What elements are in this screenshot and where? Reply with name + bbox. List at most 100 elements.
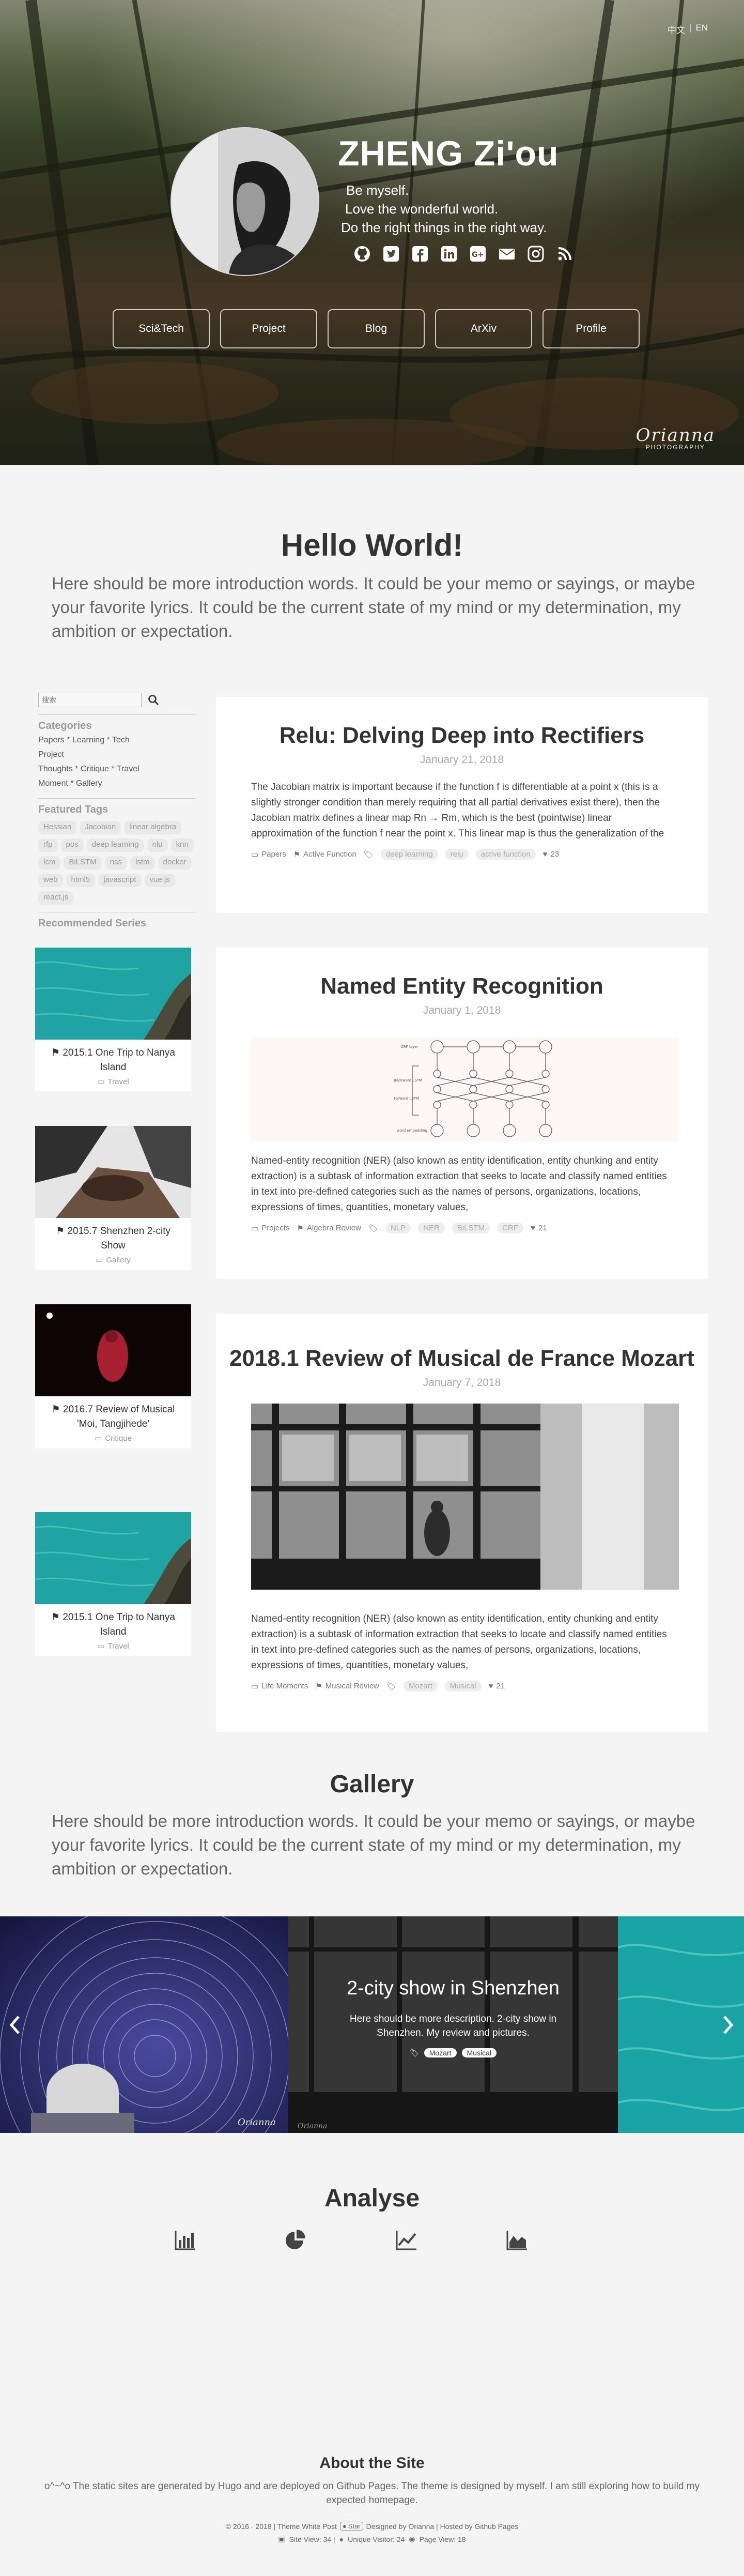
email-icon[interactable] [498, 245, 516, 263]
slide-tag[interactable]: Musical [461, 2048, 497, 2057]
twitter-icon[interactable] [382, 245, 400, 263]
hosting-text: Designed by Orianna | Hosted by Github P… [366, 2522, 519, 2531]
heart-icon[interactable]: ♥ [531, 1224, 535, 1232]
post-series[interactable]: Active Function [303, 850, 357, 859]
tag[interactable]: web [38, 874, 63, 887]
recommended-card[interactable]: ⚑ 2016.7 Review of Musical 'Moi, Tangjih… [35, 1304, 191, 1448]
post-date: January 1, 2018 [423, 1004, 501, 1016]
google-plus-icon[interactable]: G+ [469, 245, 487, 263]
post-series[interactable]: Algebra Review [307, 1224, 361, 1232]
slide-title[interactable]: 2-city show in Shenzhen [288, 1977, 618, 2000]
flag-icon: ⚑ [51, 1612, 63, 1623]
nav-scitech-button[interactable]: Sci&Tech [113, 309, 210, 348]
post-card[interactable]: Named Entity Recognition January 1, 2018… [216, 948, 708, 1279]
nav-project-button[interactable]: Project [220, 309, 317, 348]
recommended-card[interactable]: ⚑ 2015.1 One Trip to Nanya Island ▭ Trave… [35, 948, 191, 1091]
tag[interactable]: pos [60, 839, 84, 852]
carousel-next-button[interactable] [721, 2015, 735, 2038]
post-title[interactable]: 2018.1 Review of Musical de France Mozar… [216, 1314, 708, 1371]
post-tag[interactable]: BiLSTM [452, 1223, 490, 1233]
github-star-button[interactable]: ● Star [339, 2522, 363, 2531]
search-input[interactable] [38, 693, 142, 707]
tag[interactable]: knn [171, 839, 194, 852]
recommended-card[interactable]: ⚑ 2015.1 One Trip to Nanya Island ▭ Trave… [35, 1512, 191, 1656]
post-tag[interactable]: NLP [385, 1223, 411, 1233]
tag-icon: 🏷 [386, 1682, 396, 1691]
nav-profile-button[interactable]: Profile [542, 309, 640, 348]
linkedin-icon[interactable] [440, 245, 458, 263]
post-tag[interactable]: Mozart [403, 1681, 438, 1691]
pie-chart-icon[interactable] [284, 2229, 307, 2251]
categories-heading: Categories [38, 720, 92, 731]
folder-icon: ▭ [96, 1256, 103, 1264]
tag[interactable]: lcm [38, 856, 61, 870]
tag-icon: 🏷 [368, 1224, 378, 1233]
post-category[interactable]: Papers [261, 850, 286, 859]
slide-watermark: Orianna [238, 2117, 276, 2128]
post-title[interactable]: Relu: Delving Deep into Rectifiers [216, 697, 708, 749]
slide-description: Here should be more description. 2-city … [349, 2014, 557, 2038]
lang-separator: | [689, 23, 692, 33]
recommended-category: ▭ Critique [95, 1434, 132, 1443]
tag[interactable]: rfp [38, 839, 58, 852]
photographer-watermark: Orianna PHOTOGRAPHY [636, 425, 715, 451]
post-card[interactable]: 2018.1 Review of Musical de France Mozar… [216, 1314, 708, 1732]
area-chart-icon[interactable] [505, 2229, 528, 2251]
instagram-icon[interactable] [527, 245, 545, 263]
bar-chart-icon[interactable] [174, 2229, 196, 2251]
category-link[interactable]: Project [38, 748, 195, 762]
tag[interactable]: Hessian [38, 821, 77, 834]
tag[interactable]: nss [104, 856, 128, 870]
post-series[interactable]: Musical Review [326, 1682, 379, 1690]
carousel-slide[interactable]: Orianna [0, 1916, 288, 2133]
post-category[interactable]: Life Moments [261, 1682, 308, 1690]
tag[interactable]: BiLSTM [64, 856, 102, 870]
tag[interactable]: nlu [147, 839, 168, 852]
post-tag[interactable]: NER [418, 1223, 445, 1233]
recommended-title: ⚑ 2015.1 One Trip to Nanya Island [51, 1047, 175, 1073]
github-icon[interactable] [353, 245, 371, 263]
motto: Be myself. Love the wonderful world. Do … [341, 181, 547, 237]
tag[interactable]: lstm [130, 856, 155, 870]
tag[interactable]: linear algebra [124, 821, 182, 834]
post-tag[interactable]: active function [475, 849, 536, 860]
tag[interactable]: html5 [66, 874, 96, 887]
tag[interactable]: Jacobian [80, 821, 121, 834]
post-tag[interactable]: deep learning [380, 849, 438, 860]
flag-icon: ⚑ [51, 1404, 63, 1415]
search-icon[interactable] [148, 694, 159, 706]
nav-blog-button[interactable]: Blog [328, 309, 425, 348]
divider [38, 798, 195, 799]
category-link[interactable]: Papers * Learning * Tech [38, 733, 195, 748]
carousel-prev-button[interactable] [8, 2015, 22, 2038]
post-tag[interactable]: CRF [497, 1223, 523, 1233]
folder-icon: ▭ [251, 850, 259, 859]
lang-en-link[interactable]: EN [695, 23, 708, 36]
rss-icon[interactable] [556, 245, 574, 263]
line-chart-icon[interactable] [395, 2229, 417, 2251]
unique-visitor-count: Unique Visitor: 24 [348, 2535, 405, 2543]
category-link[interactable]: Thoughts * Critique * Travel [38, 762, 195, 776]
facebook-icon[interactable] [411, 245, 429, 263]
footer-stats: ▣ Site View: 34 | ● Unique Visitor: 24 ◉… [0, 2535, 744, 2543]
post-tag[interactable]: relu [445, 849, 469, 860]
post-category[interactable]: Projects [261, 1224, 289, 1232]
post-card[interactable]: Relu: Delving Deep into Rectifiers Janua… [216, 697, 708, 913]
tag[interactable]: react.js [38, 891, 74, 905]
carousel-slide-active[interactable]: Orianna 2-city show in Shenzhen Here sho… [288, 1916, 618, 2133]
heart-icon[interactable]: ♥ [489, 1682, 493, 1690]
tag[interactable]: javascript [98, 874, 142, 887]
recommended-title: ⚑ 2015.7 Shenzhen 2-city Show [56, 1226, 171, 1251]
site-view-count: Site View: 34 | [289, 2535, 335, 2543]
post-tag[interactable]: Musical [444, 1681, 482, 1691]
heart-icon[interactable]: ♥ [543, 850, 548, 859]
post-title[interactable]: Named Entity Recognition [216, 948, 708, 999]
tag[interactable]: docker [158, 856, 192, 870]
tag[interactable]: vue.js [144, 874, 175, 887]
nav-arxiv-button[interactable]: ArXiv [435, 309, 532, 348]
recommended-card[interactable]: ⚑ 2015.7 Shenzhen 2-city Show ▭ Gallery [35, 1126, 191, 1270]
category-link[interactable]: Moment * Gallery [38, 776, 195, 791]
tag[interactable]: deep learning [86, 839, 144, 852]
slide-tag[interactable]: Mozart [424, 2048, 457, 2057]
lang-zh-link[interactable]: 中文 [668, 23, 685, 36]
